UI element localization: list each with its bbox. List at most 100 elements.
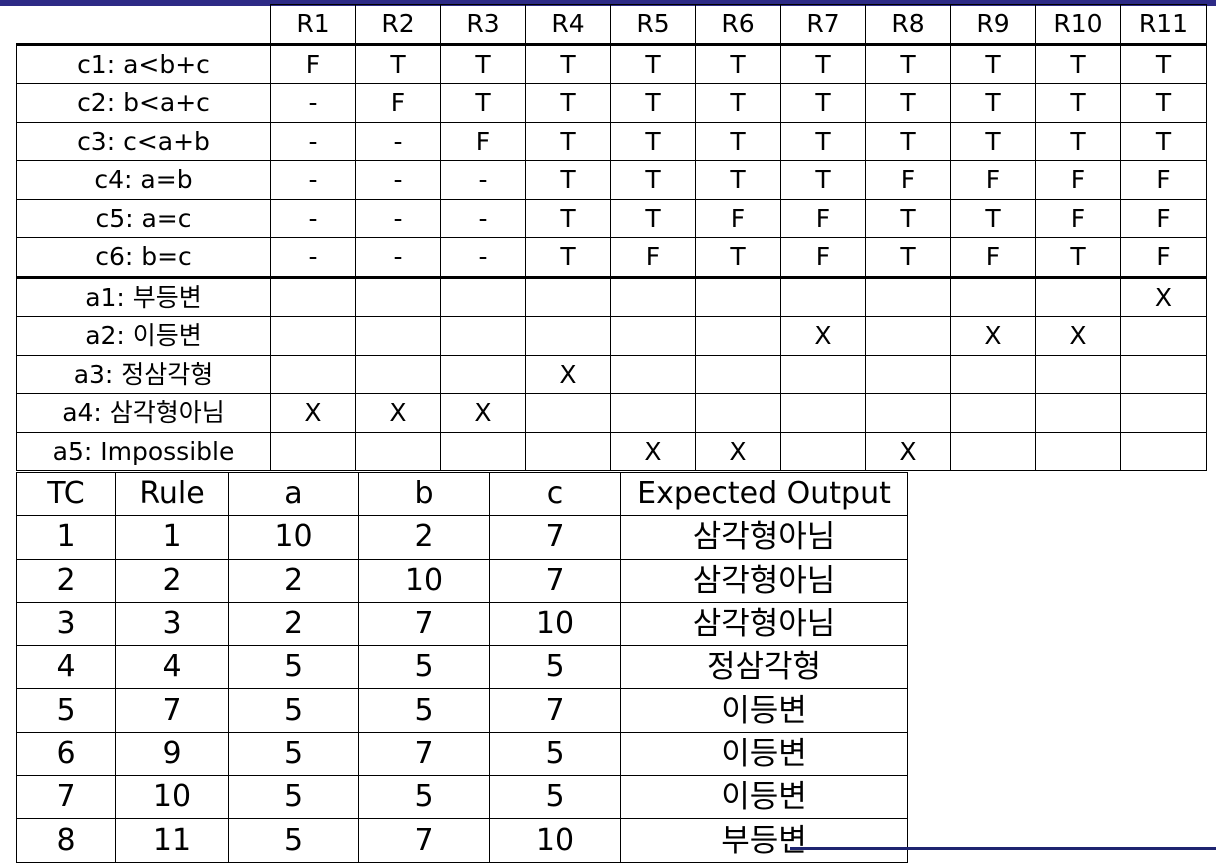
test-case-cell: 5 — [228, 818, 359, 863]
action-mark — [610, 276, 696, 317]
action-mark — [610, 316, 696, 356]
action-label: a2: 이등변 — [16, 316, 271, 356]
action-mark — [950, 354, 1036, 394]
condition-value: T — [355, 43, 441, 84]
action-mark — [1035, 431, 1121, 471]
rule-header: R6 — [695, 4, 781, 46]
condition-value: T — [950, 43, 1036, 84]
action-mark — [695, 354, 781, 394]
test-case-cell: 7 — [115, 688, 229, 733]
test-case-cell: 11 — [115, 818, 229, 863]
test-case-cell: 7 — [16, 775, 116, 820]
condition-value: T — [695, 237, 781, 279]
test-case-row: 7 10 5 5 5 이등변 — [16, 775, 908, 820]
condition-value: F — [950, 160, 1036, 200]
test-case-cell: 6 — [16, 731, 116, 777]
action-mark — [1120, 393, 1207, 433]
test-case-cell: 2 — [228, 558, 359, 603]
expected-output-cell: 삼각형아님 — [620, 515, 908, 560]
condition-label: c5: a=c — [16, 198, 271, 238]
action-mark: X — [525, 354, 611, 394]
action-mark: X — [440, 393, 526, 433]
rule-header: R4 — [525, 4, 611, 46]
test-case-cell: 5 — [228, 775, 359, 820]
condition-value: F — [270, 43, 356, 84]
condition-label: c3: c<a+b — [16, 121, 271, 161]
condition-value: T — [780, 83, 866, 123]
action-mark — [525, 316, 611, 356]
condition-value: - — [270, 198, 356, 238]
test-case-cell: 5 — [358, 775, 490, 820]
condition-value: T — [440, 83, 526, 123]
test-case-header: Expected Output — [620, 471, 908, 517]
test-case-row: 4 4 5 5 5 정삼각형 — [16, 645, 908, 690]
test-case-cell: 9 — [115, 731, 229, 777]
test-case-header: b — [358, 471, 490, 517]
test-case-cell: 7 — [358, 818, 490, 863]
action-mark — [950, 276, 1036, 317]
action-mark: X — [355, 393, 441, 433]
rule-header: R9 — [950, 4, 1036, 46]
corner-cell — [16, 4, 271, 46]
condition-value: F — [780, 237, 866, 279]
condition-value: F — [1120, 237, 1207, 279]
condition-value: T — [1120, 43, 1207, 84]
rule-header: R8 — [865, 4, 951, 46]
action-mark — [1035, 354, 1121, 394]
condition-value: F — [695, 198, 781, 238]
test-case-row: 6 9 5 7 5 이등변 — [16, 731, 908, 777]
condition-value: T — [610, 83, 696, 123]
rule-header-row: R1 R2 R3 R4 R5 R6 R7 R8 R9 R10 R11 — [16, 4, 1207, 46]
test-case-cell: 3 — [16, 601, 116, 647]
test-case-cell: 7 — [358, 731, 490, 777]
expected-output-cell: 삼각형아님 — [620, 558, 908, 603]
action-mark — [1120, 316, 1207, 356]
condition-label: c2: b<a+c — [16, 83, 271, 123]
condition-value: T — [695, 160, 781, 200]
action-label: a5: Impossible — [16, 431, 271, 471]
rule-header: R7 — [780, 4, 866, 46]
condition-value: - — [355, 237, 441, 279]
action-mark: X — [950, 316, 1036, 356]
action-row: a3: 정삼각형 X — [16, 354, 1207, 394]
condition-value: T — [865, 121, 951, 161]
condition-value: - — [270, 160, 356, 200]
condition-value: T — [865, 43, 951, 84]
action-mark — [440, 431, 526, 471]
condition-value: T — [1035, 121, 1121, 161]
rule-header: R3 — [440, 4, 526, 46]
action-mark — [355, 276, 441, 317]
test-case-cell: 4 — [16, 645, 116, 690]
action-mark — [865, 276, 951, 317]
test-case-row: 2 2 2 10 7 삼각형아님 — [16, 558, 908, 603]
test-case-cell: 7 — [358, 601, 490, 647]
condition-value: T — [610, 160, 696, 200]
bottom-rule — [790, 847, 1216, 850]
test-case-cell: 5 — [489, 731, 621, 777]
test-case-cell: 5 — [228, 645, 359, 690]
action-mark: X — [780, 316, 866, 356]
action-mark — [440, 276, 526, 317]
action-mark — [780, 431, 866, 471]
condition-value: T — [610, 121, 696, 161]
action-mark — [1035, 393, 1121, 433]
condition-row: c6: b=c - - - T F T F T F T F — [16, 237, 1207, 279]
action-mark — [270, 276, 356, 317]
condition-label: c1: a<b+c — [16, 43, 271, 84]
test-case-cell: 1 — [16, 515, 116, 560]
test-case-cell: 4 — [115, 645, 229, 690]
test-case-cell: 2 — [358, 515, 490, 560]
condition-value: T — [780, 43, 866, 84]
condition-value: F — [440, 121, 526, 161]
rule-header: R1 — [270, 4, 356, 46]
condition-value: T — [695, 121, 781, 161]
expected-output-cell: 정삼각형 — [620, 645, 908, 690]
action-mark — [1120, 431, 1207, 471]
condition-value: T — [610, 198, 696, 238]
test-case-row: 8 11 5 7 10 부등변 — [16, 818, 908, 863]
action-mark — [780, 354, 866, 394]
rule-header: R5 — [610, 4, 696, 46]
action-mark — [950, 431, 1036, 471]
condition-value: T — [780, 121, 866, 161]
test-case-cell: 3 — [115, 601, 229, 647]
